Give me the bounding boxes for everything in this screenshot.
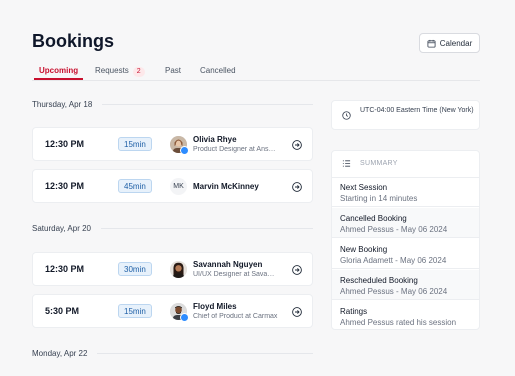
tab-upcoming-label: Upcoming bbox=[39, 66, 79, 75]
booking-time: 5:30 PM bbox=[45, 306, 80, 316]
summary-title: SUMMARY bbox=[360, 160, 398, 167]
summary-item[interactable]: New Booking Gloria Adamett - May 06 2024 bbox=[332, 239, 479, 269]
divider bbox=[101, 228, 313, 229]
avatar-initials: MK bbox=[170, 178, 187, 195]
arrow-right-circle-icon[interactable] bbox=[292, 140, 302, 150]
booking-row[interactable]: 12:30 PM 30min Savannah Nguyen UI/UX Des… bbox=[32, 252, 313, 286]
page-title: Bookings bbox=[32, 31, 115, 51]
divider bbox=[97, 353, 313, 354]
list-icon bbox=[342, 160, 351, 167]
tab-cancelled[interactable]: Cancelled bbox=[200, 66, 236, 80]
attendee-role: Chief of Product at Carmax bbox=[193, 313, 278, 320]
avatar-photo bbox=[170, 261, 187, 278]
summary-item[interactable]: Rescheduled Booking Ahmed Pessus - May 0… bbox=[332, 270, 479, 300]
summary-item[interactable]: Next Session Starting in 14 minutes bbox=[332, 177, 479, 207]
arrow-right-circle-icon[interactable] bbox=[292, 265, 302, 275]
requests-count-badge: 2 bbox=[132, 67, 145, 77]
duration-badge: 15min bbox=[118, 304, 152, 318]
summary-item-title: New Booking bbox=[340, 245, 388, 254]
booking-time: 12:30 PM bbox=[45, 181, 85, 191]
day-header: Thursday, Apr 18 bbox=[32, 100, 313, 109]
attendee-name: Floyd Miles bbox=[193, 302, 237, 311]
avatar bbox=[170, 136, 189, 155]
booking-row[interactable]: 12:30 PM 45min MK Marvin McKinney bbox=[32, 169, 313, 203]
summary-item-title: Rescheduled Booking bbox=[340, 276, 418, 285]
day-label: Saturday, Apr 20 bbox=[32, 224, 91, 233]
summary-item-subtitle: Ahmed Pessus - May 06 2024 bbox=[340, 225, 448, 234]
summary-item-title: Next Session bbox=[340, 183, 388, 192]
summary-header: SUMMARY bbox=[332, 151, 479, 178]
summary-item-subtitle: Starting in 14 minutes bbox=[340, 194, 418, 203]
tab-bar: Upcoming Requests 2 Past Cancelled bbox=[32, 60, 480, 81]
timezone-card[interactable]: UTC-04:00 Eastern Time (New York) bbox=[331, 100, 480, 130]
tab-cancelled-label: Cancelled bbox=[200, 66, 236, 75]
verified-badge-icon bbox=[180, 146, 189, 155]
summary-item-subtitle: Ahmed Pessus rated his session bbox=[340, 318, 457, 327]
calendar-button-label: Calendar bbox=[439, 38, 473, 48]
day-label: Monday, Apr 22 bbox=[32, 349, 88, 358]
arrow-right-circle-icon[interactable] bbox=[292, 182, 302, 192]
booking-time: 12:30 PM bbox=[45, 139, 85, 149]
day-label: Thursday, Apr 18 bbox=[32, 100, 93, 109]
duration-badge: 15min bbox=[118, 137, 152, 151]
attendee-role: UI/UX Designer at Savann... bbox=[193, 271, 278, 278]
summary-item-title: Ratings bbox=[340, 307, 368, 316]
tab-requests-label: Requests bbox=[95, 66, 129, 75]
avatar bbox=[170, 303, 189, 322]
booking-row[interactable]: 5:30 PM 15min Floyd Miles Chief of Produ… bbox=[32, 294, 313, 328]
duration-badge: 45min bbox=[118, 179, 152, 193]
booking-row[interactable]: 12:30 PM 15min Olivia Rhye Product Desig… bbox=[32, 127, 313, 161]
summary-item[interactable]: Cancelled Booking Ahmed Pessus - May 06 … bbox=[332, 208, 479, 238]
attendee-name: Savannah Nguyen bbox=[193, 260, 263, 269]
avatar bbox=[170, 261, 187, 278]
booking-time: 12:30 PM bbox=[45, 264, 85, 274]
summary-item-subtitle: Gloria Adamett - May 06 2024 bbox=[340, 256, 447, 265]
attendee-name: Olivia Rhye bbox=[193, 135, 237, 144]
tab-past[interactable]: Past bbox=[165, 66, 181, 80]
summary-item[interactable]: Ratings Ahmed Pessus rated his session bbox=[332, 301, 479, 329]
tab-past-label: Past bbox=[165, 66, 182, 75]
clock-icon bbox=[342, 111, 351, 120]
summary-item-subtitle: Ahmed Pessus - May 06 2024 bbox=[340, 287, 448, 296]
summary-item-title: Cancelled Booking bbox=[340, 214, 407, 223]
divider bbox=[102, 104, 313, 105]
bookings-page: Bookings Calendar Upcoming Requests 2 Pas… bbox=[0, 0, 515, 376]
tab-requests[interactable]: Requests 2 bbox=[95, 66, 145, 80]
day-header: Saturday, Apr 20 bbox=[32, 224, 313, 233]
tab-upcoming[interactable]: Upcoming bbox=[34, 66, 84, 80]
calendar-icon bbox=[427, 39, 436, 48]
verified-badge-icon bbox=[180, 313, 189, 322]
duration-badge: 30min bbox=[118, 262, 152, 276]
timezone-label: UTC-04:00 Eastern Time (New York) bbox=[360, 107, 474, 114]
arrow-right-circle-icon[interactable] bbox=[292, 307, 302, 317]
attendee-name: Marvin McKinney bbox=[193, 182, 259, 191]
attendee-role: Product Designer at Anse... bbox=[193, 146, 278, 153]
calendar-button[interactable]: Calendar bbox=[419, 33, 480, 53]
summary-panel: SUMMARY Next Session Starting in 14 minu… bbox=[331, 150, 480, 330]
day-header: Monday, Apr 22 bbox=[32, 349, 313, 358]
